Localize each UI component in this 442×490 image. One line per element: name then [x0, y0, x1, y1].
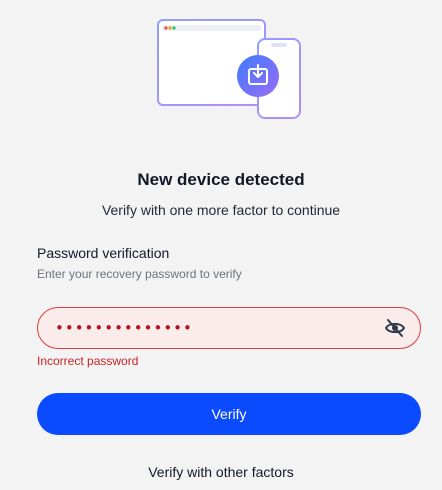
password-section-title: Password verification	[37, 245, 170, 261]
password-error-text: Incorrect password	[37, 354, 139, 368]
password-input[interactable]	[55, 308, 375, 348]
eye-slash-icon[interactable]	[384, 318, 406, 338]
page-subtitle: Verify with one more factor to continue	[101, 202, 341, 218]
page-title: New device detected	[137, 170, 305, 189]
verify-button[interactable]: Verify	[37, 393, 421, 435]
password-field	[37, 307, 421, 349]
verify-other-factors-link[interactable]: Verify with other factors	[0, 464, 442, 480]
password-section-hint: Enter your recovery password to verify	[37, 267, 242, 281]
new-device-illustration	[154, 16, 304, 122]
new-device-download-icon	[157, 19, 301, 119]
